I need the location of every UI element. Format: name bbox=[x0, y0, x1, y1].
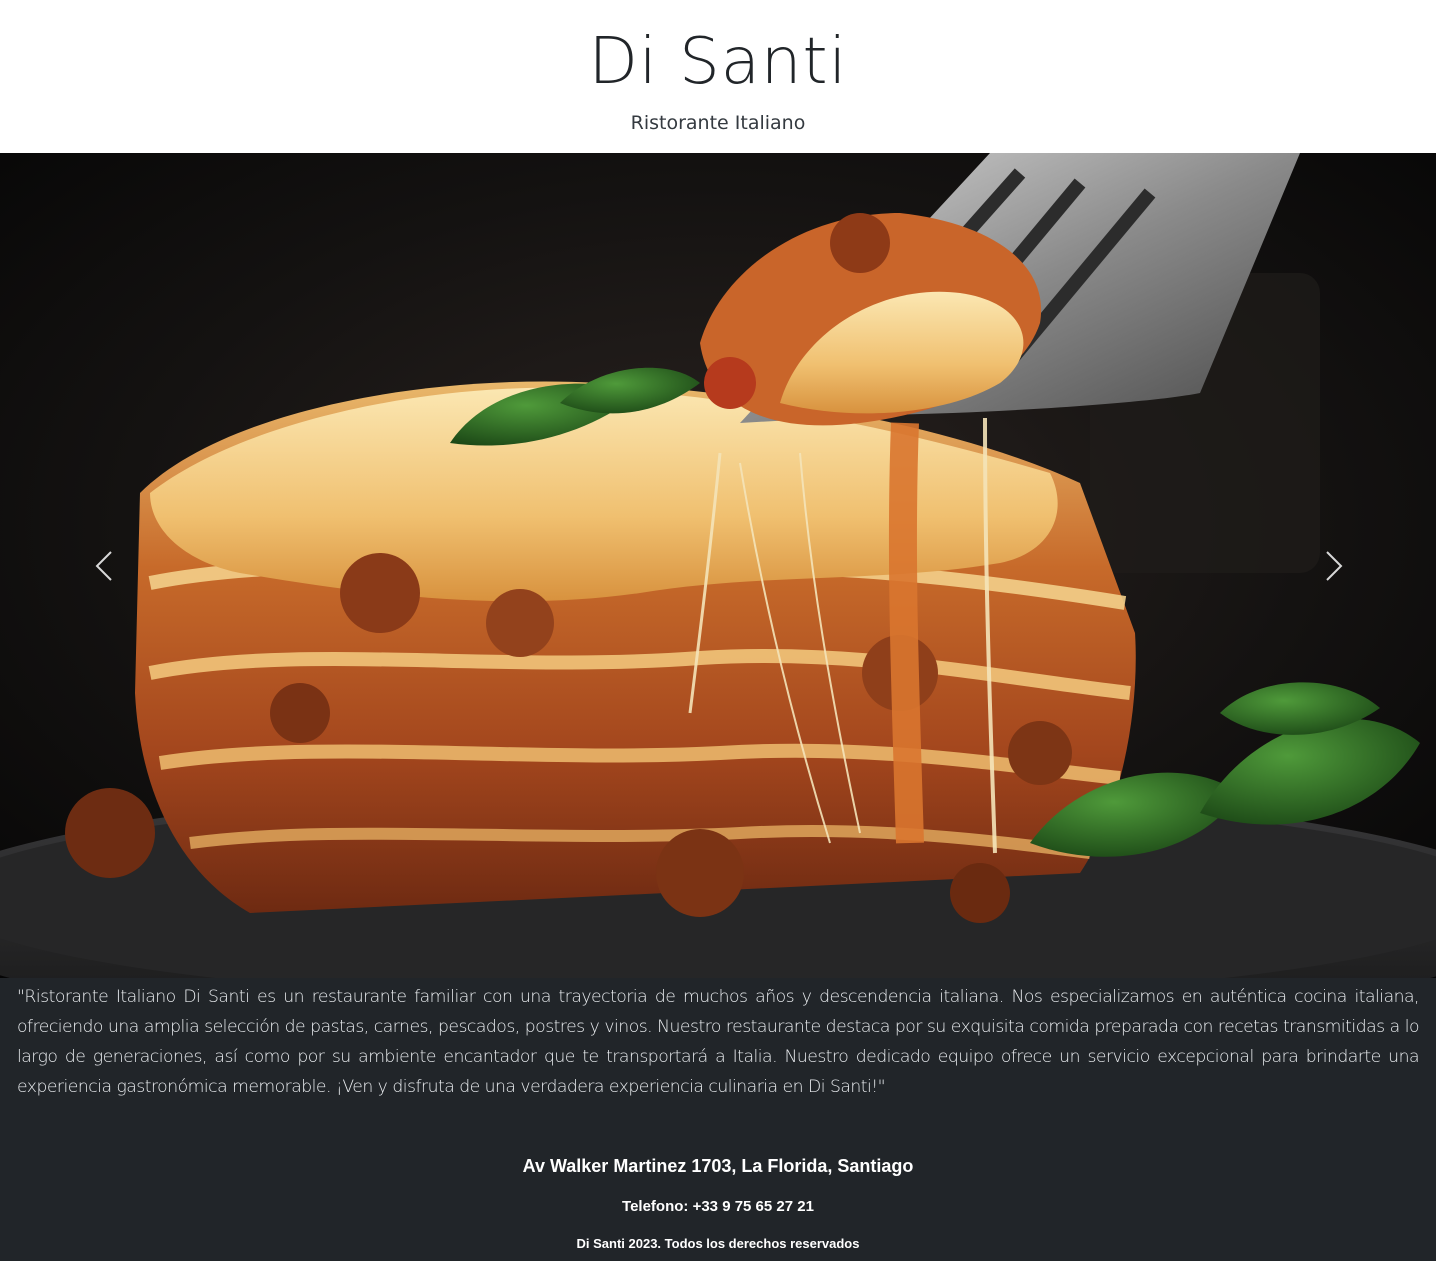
chevron-right-icon bbox=[1326, 551, 1343, 581]
about-text: "Ristorante Italiano Di Santi es un rest… bbox=[17, 987, 1420, 1097]
footer-address: Av Walker Martinez 1703, La Florida, San… bbox=[522, 1156, 914, 1176]
about-section: "Ristorante Italiano Di Santi es un rest… bbox=[0, 978, 1436, 1261]
lasagna-photo bbox=[0, 153, 1436, 978]
site-header: Di Santi Ristorante Italiano bbox=[0, 0, 1436, 153]
footer-phone: Telefono: +33 9 75 65 27 21 bbox=[622, 1198, 814, 1215]
carousel-next-button[interactable] bbox=[1314, 541, 1354, 591]
brand-subtitle: Ristorante Italiano bbox=[630, 112, 806, 134]
carousel-prev-button[interactable] bbox=[84, 541, 124, 591]
chevron-left-icon bbox=[95, 551, 112, 581]
hero-carousel bbox=[0, 153, 1436, 978]
footer-copyright: Di Santi 2023. Todos los derechos reserv… bbox=[576, 1236, 860, 1251]
brand-title: Di Santi bbox=[588, 25, 848, 99]
